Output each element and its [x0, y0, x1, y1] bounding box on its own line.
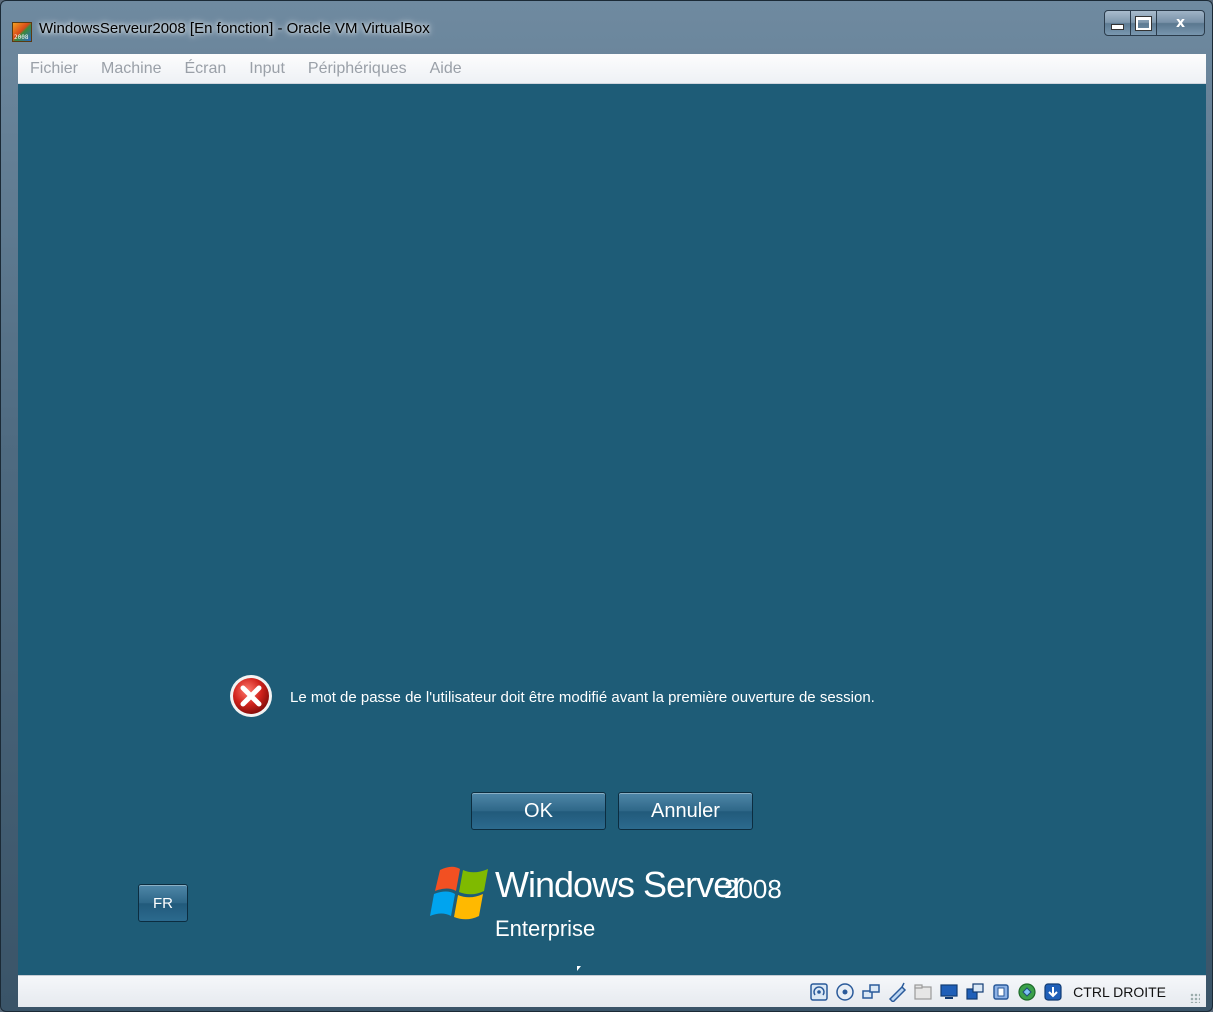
windows-server-logo: Windows Server 2008 Enterprise	[430, 864, 810, 949]
network-icon[interactable]	[861, 982, 881, 1002]
close-icon: x	[1175, 15, 1186, 31]
video-capture-icon[interactable]	[965, 982, 985, 1002]
menu-machine[interactable]: Machine	[101, 60, 161, 78]
minimize-button[interactable]	[1104, 10, 1131, 36]
menu-bar: Fichier Machine Écran Input Périphérique…	[18, 54, 1206, 84]
logo-edition: Enterprise	[495, 916, 596, 941]
mouse-integration-icon[interactable]	[1017, 982, 1037, 1002]
title-bar[interactable]: 2008 WindowsServeur2008 [En fonction] - …	[1, 1, 1213, 51]
keyboard-capture-icon[interactable]	[1043, 982, 1063, 1002]
app-icon-label: 2008	[14, 34, 29, 41]
virtualbox-app-icon[interactable]: 2008	[12, 22, 32, 42]
language-button[interactable]: FR	[138, 884, 188, 922]
menu-fichier[interactable]: Fichier	[30, 60, 78, 78]
host-key-label: CTRL DROITE	[1073, 984, 1166, 1000]
cpu-virtualization-icon[interactable]	[991, 982, 1011, 1002]
error-message: Le mot de passe de l'utilisateur doit êt…	[290, 689, 875, 706]
error-icon	[230, 675, 272, 717]
shared-folders-icon[interactable]	[913, 982, 933, 1002]
window-controls: x	[1104, 10, 1205, 36]
maximize-icon	[1135, 15, 1152, 31]
logo-brand: Windows Server	[495, 864, 744, 905]
menu-aide[interactable]: Aide	[430, 60, 462, 78]
cancel-button[interactable]: Annuler	[618, 792, 753, 830]
maximize-button[interactable]	[1131, 10, 1157, 36]
optical-drive-icon[interactable]	[835, 982, 855, 1002]
logo-year: 2008	[724, 874, 782, 904]
close-button[interactable]: x	[1157, 10, 1205, 36]
windows-flag-icon	[430, 866, 488, 920]
hard-disk-icon[interactable]	[809, 982, 829, 1002]
minimize-icon	[1111, 24, 1124, 30]
window-title: WindowsServeur2008 [En fonction] - Oracl…	[39, 20, 430, 37]
virtualbox-window: 2008 WindowsServeur2008 [En fonction] - …	[0, 0, 1213, 1012]
usb-icon[interactable]	[887, 982, 907, 1002]
ok-button[interactable]: OK	[471, 792, 606, 830]
mouse-pointer	[577, 966, 581, 971]
menu-input[interactable]: Input	[249, 60, 285, 78]
status-bar: CTRL DROITE	[18, 975, 1206, 1007]
vm-display[interactable]: Le mot de passe de l'utilisateur doit êt…	[18, 84, 1206, 975]
menu-ecran[interactable]: Écran	[185, 60, 227, 78]
display-icon[interactable]	[939, 982, 959, 1002]
resize-grip-icon[interactable]	[1190, 993, 1200, 1003]
status-icons: CTRL DROITE	[809, 980, 1166, 1004]
menu-peripheriques[interactable]: Périphériques	[308, 60, 407, 78]
